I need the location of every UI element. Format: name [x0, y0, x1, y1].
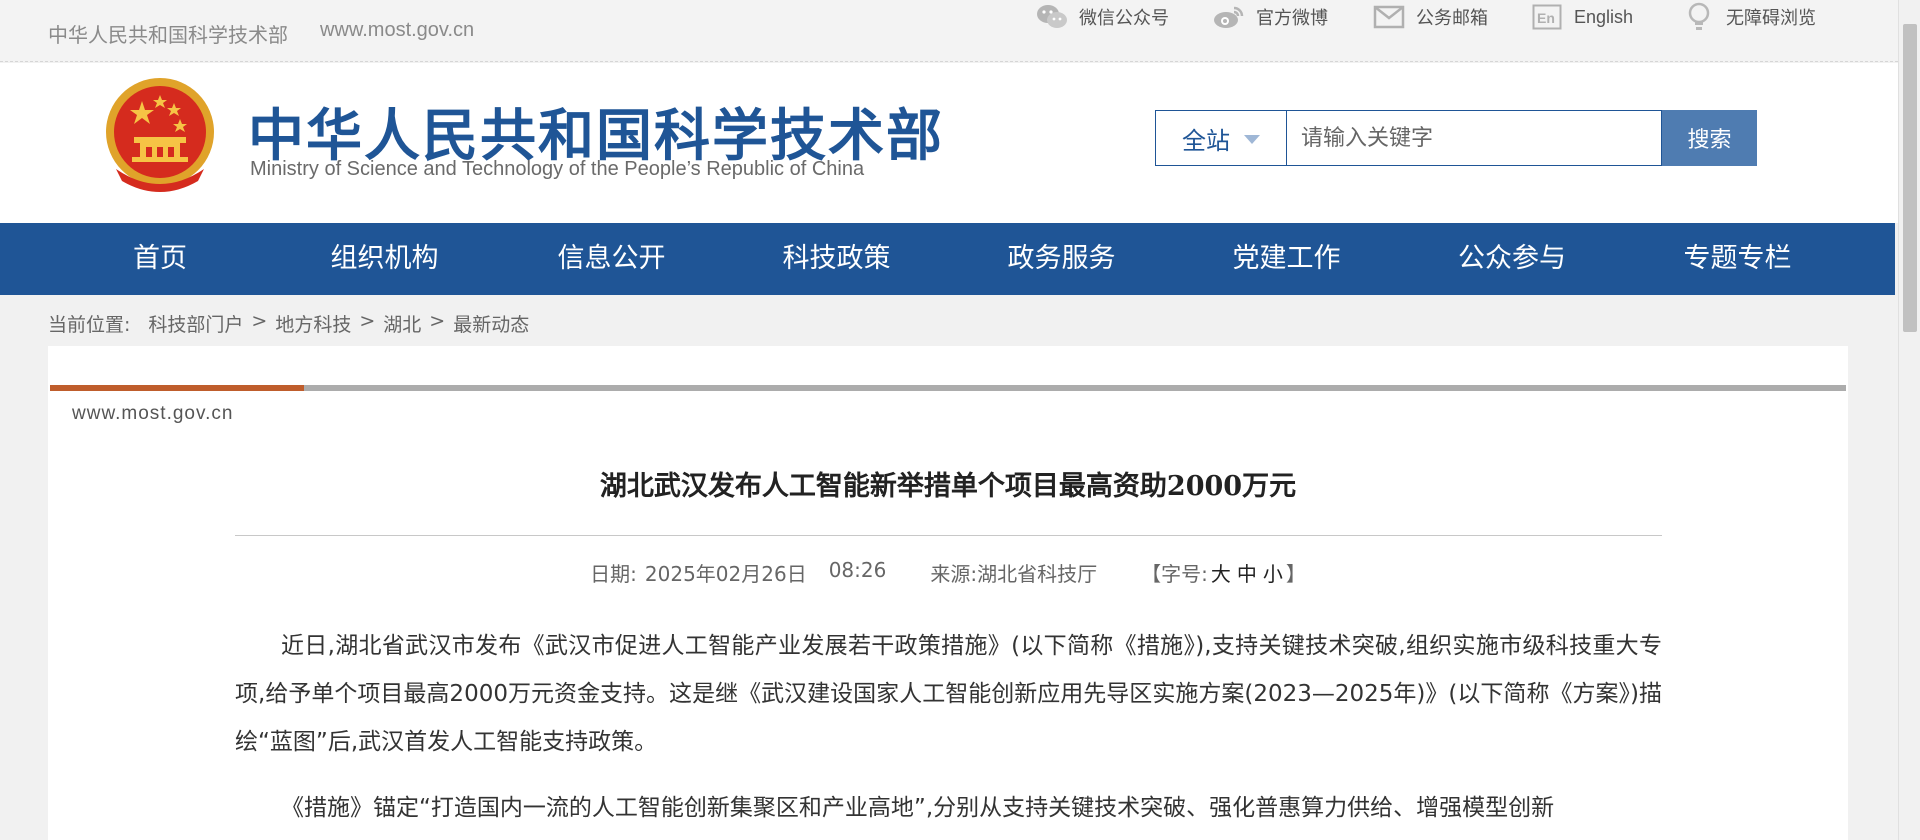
article-accent-bar: [50, 385, 304, 391]
article-divider-bar: [50, 385, 1846, 391]
scrollbar-thumb[interactable]: [1903, 24, 1917, 332]
article-meta: 日期: 2025年02月26日 08:26 来源:湖北省科技厅 【字号: 大 中…: [48, 558, 1848, 587]
nav-item-participation[interactable]: 公众参与: [1349, 223, 1675, 295]
page-scrollbar[interactable]: [1898, 0, 1920, 840]
accessibility-label: 无障碍浏览: [1726, 8, 1816, 29]
nav-item-services[interactable]: 政务服务: [899, 223, 1224, 295]
mail-icon: [1372, 2, 1406, 32]
mail-link[interactable]: 公务邮箱: [1372, 0, 1488, 34]
breadcrumb-separator: >: [429, 310, 446, 332]
breadcrumb: 当前位置: 科技部门户 > 地方科技 > 湖北 > 最新动态: [48, 310, 529, 337]
article-panel: www.most.gov.cn 湖北武汉发布人工智能新举措单个项目最高资助200…: [48, 346, 1848, 840]
font-size-close: 】: [1285, 562, 1306, 586]
search-scope-select[interactable]: 全站: [1155, 110, 1286, 166]
title-divider: [235, 535, 1662, 536]
breadcrumb-separator: >: [251, 310, 268, 332]
english-label: English: [1574, 6, 1634, 27]
logo-english-title[interactable]: Ministry of Science and Technology of th…: [250, 158, 864, 181]
weibo-link[interactable]: 官方微博: [1212, 0, 1328, 34]
article-date: 2025年02月26日: [644, 562, 807, 586]
wechat-link[interactable]: 微信公众号: [1035, 0, 1169, 34]
main-nav: 首页 组织机构 信息公开 科技政策 政务服务 党建工作 公众参与 专题专栏: [0, 223, 1895, 295]
accessibility-icon: [1682, 2, 1716, 32]
article-paragraph: 近日,湖北省武汉市发布《武汉市促进人工智能产业发展若干政策措施》(以下简称《措施…: [235, 633, 1662, 755]
font-size-medium-button[interactable]: 中: [1237, 558, 1257, 587]
english-link[interactable]: En English: [1530, 0, 1633, 34]
nav-item-information[interactable]: 信息公开: [449, 223, 774, 295]
wechat-label: 微信公众号: [1079, 8, 1169, 29]
nav-item-policy[interactable]: 科技政策: [774, 223, 899, 295]
date-label: 日期:: [590, 562, 637, 586]
article-title: 湖北武汉发布人工智能新举措单个项目最高资助2000万元: [599, 471, 1297, 502]
mail-label: 公务邮箱: [1416, 8, 1488, 29]
wechat-icon: [1035, 2, 1069, 32]
weibo-icon: [1212, 2, 1246, 32]
top-utility-bar: 中华人民共和国科学技术部 www.most.gov.cn 微信公众号 官方微博 …: [0, 0, 1898, 62]
breadcrumb-item-portal[interactable]: 科技部门户: [148, 310, 243, 337]
top-site-name[interactable]: 中华人民共和国科学技术部: [48, 19, 288, 48]
article-time: 08:26: [828, 558, 887, 582]
breadcrumb-label: 当前位置:: [48, 314, 131, 336]
article-watermark: www.most.gov.cn: [72, 403, 234, 424]
breadcrumb-item-hubei[interactable]: 湖北: [383, 310, 421, 337]
search-bar: 全站 搜索: [1155, 110, 1757, 166]
search-scope-value: 全站: [1182, 126, 1230, 155]
accessibility-link[interactable]: 无障碍浏览: [1682, 0, 1816, 34]
article-body: 近日,湖北省武汉市发布《武汉市促进人工智能产业发展若干政策措施》(以下简称《措施…: [235, 622, 1662, 840]
national-emblem-icon[interactable]: [102, 77, 218, 197]
svg-text:En: En: [1537, 10, 1555, 26]
font-size-large-button[interactable]: 大: [1211, 558, 1231, 587]
article-paragraph: 《措施》锚定“打造国内一流的人工智能创新集聚区和产业高地”,分别从支持关键技术突…: [281, 795, 1555, 821]
breadcrumb-separator: >: [359, 310, 376, 332]
english-icon: En: [1530, 2, 1564, 32]
search-button[interactable]: 搜索: [1662, 110, 1757, 166]
breadcrumb-item-latest[interactable]: 最新动态: [453, 310, 529, 337]
weibo-label: 官方微博: [1256, 8, 1328, 29]
font-size-label: 【字号:: [1141, 562, 1208, 586]
chevron-down-icon: [1244, 135, 1260, 144]
nav-item-organization[interactable]: 组织机构: [320, 223, 449, 295]
article-source: 来源:湖北省科技厅: [930, 562, 1098, 586]
nav-item-home[interactable]: 首页: [0, 223, 320, 295]
nav-item-special[interactable]: 专题专栏: [1675, 223, 1800, 295]
site-header: 中华人民共和国科学技术部 Ministry of Science and Tec…: [0, 63, 1898, 223]
top-site-url[interactable]: www.most.gov.cn: [320, 19, 474, 42]
search-input[interactable]: [1286, 110, 1662, 166]
font-size-small-button[interactable]: 小: [1263, 558, 1283, 587]
nav-item-party[interactable]: 党建工作: [1224, 223, 1349, 295]
breadcrumb-item-local[interactable]: 地方科技: [275, 310, 351, 337]
